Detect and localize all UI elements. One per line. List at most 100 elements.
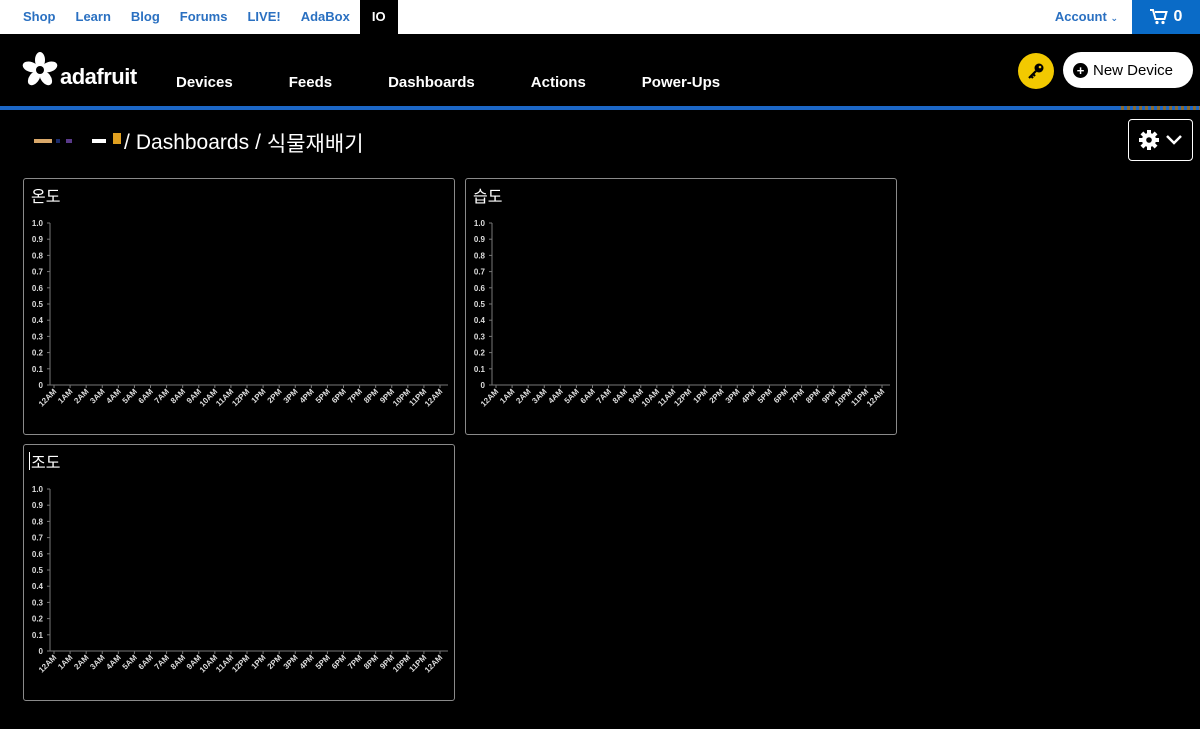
key-button[interactable]	[1018, 53, 1054, 89]
nav-devices[interactable]: Devices	[176, 74, 233, 91]
chevron-down-icon: ⌄	[1110, 13, 1118, 23]
new-device-label: New Device	[1093, 61, 1174, 79]
x-tick-label: 8PM	[362, 653, 380, 671]
y-tick-label: 0.8	[474, 251, 486, 260]
x-tick-label: 4AM	[104, 387, 123, 406]
x-tick-label: 5PM	[756, 387, 774, 405]
x-tick-label: 2AM	[72, 653, 91, 672]
link-blog[interactable]: Blog	[121, 0, 170, 34]
x-tick-label: 6AM	[137, 653, 156, 672]
link-adabox[interactable]: AdaBox	[291, 0, 360, 34]
breadcrumb-dashboards[interactable]: Dashboards	[136, 131, 249, 155]
x-tick-label: 12PM	[230, 387, 251, 408]
x-tick-label: 8PM	[804, 387, 822, 405]
y-tick-label: 0.9	[32, 235, 44, 244]
y-tick-label: 0	[481, 381, 486, 390]
y-tick-label: 0.2	[32, 615, 44, 624]
gear-icon	[1138, 130, 1159, 150]
x-tick-label: 8AM	[611, 387, 630, 406]
x-tick-label: 8AM	[169, 387, 188, 406]
adafruit-flower-logo-icon	[22, 52, 58, 86]
x-tick-label: 3AM	[530, 387, 549, 406]
x-tick-label: 2AM	[514, 387, 533, 406]
cart-icon	[1149, 9, 1168, 25]
block-illuminance-chart[interactable]: 0 0.1 0.2 0.3 0.4 0.5 0.6 0.7 0.8 0.9 1.0 12AM 1AM 2A…	[23, 444, 455, 701]
utility-bar: Shop Learn Blog Forums LIVE! AdaBox IO A…	[0, 0, 1200, 34]
x-tick-label: 7AM	[595, 387, 614, 406]
y-tick-label: 0.7	[474, 268, 486, 277]
y-tick-label: 0.9	[32, 501, 44, 510]
chart-svg: 00.10.20.30.40.50.60.70.80.91.012AM1AM2A…	[32, 485, 448, 675]
y-tick-label: 0.1	[32, 631, 44, 640]
account-menu[interactable]: Account ⌄	[1055, 0, 1118, 35]
x-tick-label: 6AM	[579, 387, 598, 406]
x-tick-label: 4PM	[298, 387, 316, 405]
utility-links: Shop Learn Blog Forums LIVE! AdaBox IO	[13, 0, 398, 34]
y-tick-label: 0.3	[32, 332, 44, 341]
logo-wordmark: adafruit	[60, 64, 137, 89]
y-tick-label: 1.0	[474, 219, 486, 228]
x-tick-label: 12AM	[37, 387, 59, 409]
dashboard-settings-button[interactable]	[1128, 119, 1193, 161]
link-forums[interactable]: Forums	[170, 0, 238, 34]
link-live[interactable]: LIVE!	[237, 0, 290, 34]
x-tick-label: 10PM	[391, 653, 412, 674]
block-temperature-chart[interactable]: 0 0.1 0.2 0.3 0.4 0.5 0.6 0.7 0.8 0.9 1.0 12AM 1AM 2A…	[23, 178, 455, 435]
x-tick-label: 8PM	[362, 387, 380, 405]
x-tick-label: 3PM	[282, 387, 300, 405]
y-tick-label: 0.6	[474, 284, 486, 293]
x-tick-label: 6PM	[772, 387, 790, 405]
x-tick-label: 7AM	[153, 653, 172, 672]
y-tick-label: 0.8	[32, 517, 44, 526]
x-tick-label: 5AM	[121, 387, 140, 406]
block-humidity-chart[interactable]: 0 0.1 0.2 0.3 0.4 0.5 0.6 0.7 0.8 0.9 1.0 12AM 1AM 2A…	[465, 178, 897, 435]
x-tick-label: 2PM	[266, 387, 284, 405]
link-io[interactable]: IO	[359, 0, 398, 34]
x-tick-label: 12AM	[37, 653, 59, 675]
x-tick-label: 1PM	[691, 387, 709, 405]
y-tick-label: 0.4	[32, 582, 44, 591]
x-tick-label: 2PM	[266, 653, 284, 671]
x-tick-label: 2PM	[708, 387, 726, 405]
nav-dashboards[interactable]: Dashboards	[388, 74, 475, 91]
x-tick-label: 12PM	[672, 387, 693, 408]
nav-actions[interactable]: Actions	[531, 74, 586, 91]
key-icon	[1028, 63, 1044, 79]
main-nav: adafruit Devices Feeds Dashboards Action…	[0, 34, 1200, 106]
block-title: 습도	[473, 189, 503, 206]
x-tick-label: 4PM	[740, 387, 758, 405]
nav-underline-pattern	[1118, 106, 1200, 110]
text-cursor	[29, 452, 30, 470]
adafruit-logo[interactable]: adafruit	[22, 52, 137, 88]
x-tick-label: 3PM	[724, 387, 742, 405]
y-tick-label: 0.3	[474, 332, 486, 341]
cart-button[interactable]: 0	[1132, 0, 1200, 34]
link-learn[interactable]: Learn	[66, 0, 121, 34]
y-tick-label: 0.8	[32, 251, 44, 260]
y-tick-label: 0.6	[32, 550, 44, 559]
new-device-button[interactable]: + New Device	[1063, 52, 1193, 88]
link-shop[interactable]: Shop	[13, 0, 66, 34]
x-tick-label: 12AM	[479, 387, 501, 409]
breadcrumb: / Dashboards / 식물재배기	[32, 128, 364, 158]
y-tick-label: 0.9	[474, 235, 486, 244]
y-tick-label: 0.4	[474, 316, 486, 325]
x-tick-label: 1AM	[56, 387, 75, 406]
x-tick-label: 3AM	[88, 653, 107, 672]
y-tick-label: 0.5	[474, 300, 486, 309]
x-tick-label: 6AM	[137, 387, 156, 406]
x-tick-label: 5PM	[314, 387, 332, 405]
x-tick-label: 12AM	[423, 653, 445, 675]
y-tick-label: 1.0	[32, 219, 44, 228]
block-title: 조도	[31, 455, 61, 472]
y-tick-label: 1.0	[32, 485, 44, 494]
account-label: Account	[1054, 9, 1107, 24]
y-tick-label: 0.1	[474, 365, 486, 374]
y-tick-label: 0.1	[32, 365, 44, 374]
x-tick-label: 12PM	[230, 653, 251, 674]
x-tick-label: 8AM	[169, 653, 188, 672]
x-tick-label: 5AM	[121, 653, 140, 672]
nav-feeds[interactable]: Feeds	[289, 74, 332, 91]
nav-power-ups[interactable]: Power-Ups	[642, 74, 720, 91]
y-tick-label: 0.7	[32, 268, 44, 277]
